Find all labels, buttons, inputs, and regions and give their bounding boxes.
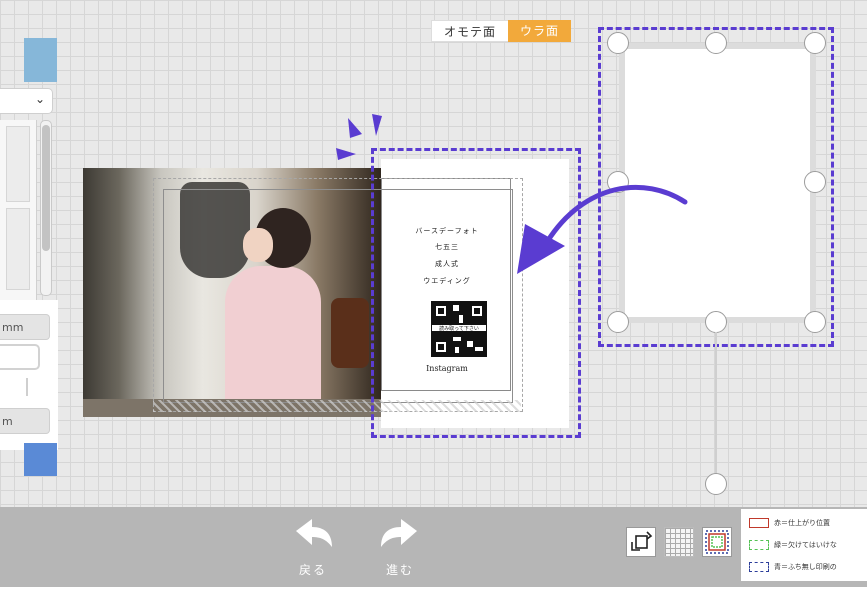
design-canvas[interactable]: ⌄ mm m オモテ面 ウラ面 バースデーフォト 七五三 成人式 ウエディング bbox=[0, 0, 867, 507]
resize-handle-bottom-right[interactable] bbox=[804, 311, 826, 333]
legend-text-red: 赤＝仕上がり位置 bbox=[774, 519, 830, 527]
curved-arrow-icon bbox=[517, 184, 688, 274]
unit-label-top: mm bbox=[2, 321, 24, 334]
guides-icon bbox=[705, 530, 729, 554]
legend-item-blue: 青＝ふち無し印刷の bbox=[749, 561, 837, 573]
template-select[interactable]: ⌄ bbox=[0, 88, 53, 114]
legend-swatch-blue bbox=[749, 562, 769, 572]
redo-arrow-icon bbox=[381, 519, 417, 547]
guide-toggle[interactable] bbox=[702, 527, 732, 557]
resize-handle-top-right[interactable] bbox=[804, 32, 826, 54]
rotation-stem bbox=[715, 332, 717, 482]
undo-button[interactable]: 戻る bbox=[283, 517, 343, 577]
redo-button[interactable]: 進む bbox=[370, 517, 430, 577]
resize-handle-bottom[interactable] bbox=[705, 311, 727, 333]
legend-swatch-green bbox=[749, 540, 769, 550]
rotate-icon bbox=[631, 531, 653, 551]
grid-toggle[interactable] bbox=[664, 527, 694, 557]
undo-label: 戻る bbox=[298, 563, 327, 577]
resize-handle-top[interactable] bbox=[705, 32, 727, 54]
scrollbar-thumb[interactable] bbox=[42, 125, 50, 251]
thumbnail-scrollbar[interactable] bbox=[40, 120, 52, 296]
legend-item-green: 緑＝欠けてはいけな bbox=[749, 539, 837, 551]
unit-field-bottom[interactable]: m bbox=[0, 408, 50, 434]
panel-top-button[interactable] bbox=[24, 38, 57, 82]
page-bottom bbox=[0, 587, 867, 599]
legend-text-blue: 青＝ふち無し印刷の bbox=[774, 563, 837, 571]
tab-back[interactable]: ウラ面 bbox=[508, 20, 572, 42]
unit-label-bottom: m bbox=[2, 415, 13, 428]
resize-handle-bottom-left[interactable] bbox=[607, 311, 629, 333]
legend-swatch-red bbox=[749, 518, 769, 528]
left-panel: ⌄ mm m bbox=[0, 0, 58, 500]
chevron-down-icon: ⌄ bbox=[34, 92, 45, 106]
panel-bottom-button[interactable] bbox=[24, 443, 57, 476]
rotation-handle[interactable] bbox=[705, 473, 727, 495]
resize-handle-top-left[interactable] bbox=[607, 32, 629, 54]
bottom-toolbar: 戻る 進む bbox=[0, 507, 867, 587]
legend-text-green: 緑＝欠けてはいけな bbox=[774, 541, 837, 549]
side-tabs: オモテ面 ウラ面 bbox=[431, 20, 572, 42]
panel-divider bbox=[26, 378, 28, 396]
thumbnail-list[interactable] bbox=[0, 120, 37, 300]
legend-item-red: 赤＝仕上がり位置 bbox=[749, 517, 830, 529]
thumbnail-item[interactable] bbox=[6, 208, 30, 290]
redo-label: 進む bbox=[385, 563, 414, 577]
thumbnail-item[interactable] bbox=[6, 126, 30, 202]
guide-legend: 赤＝仕上がり位置 緑＝欠けてはいけな 青＝ふち無し印刷の bbox=[741, 509, 867, 581]
size-box[interactable] bbox=[0, 344, 40, 370]
tab-front[interactable]: オモテ面 bbox=[431, 20, 509, 42]
resize-handle-right[interactable] bbox=[804, 171, 826, 193]
undo-arrow-icon bbox=[296, 519, 332, 547]
unit-field-top[interactable]: mm bbox=[0, 314, 50, 340]
rotate-button[interactable] bbox=[626, 527, 656, 557]
